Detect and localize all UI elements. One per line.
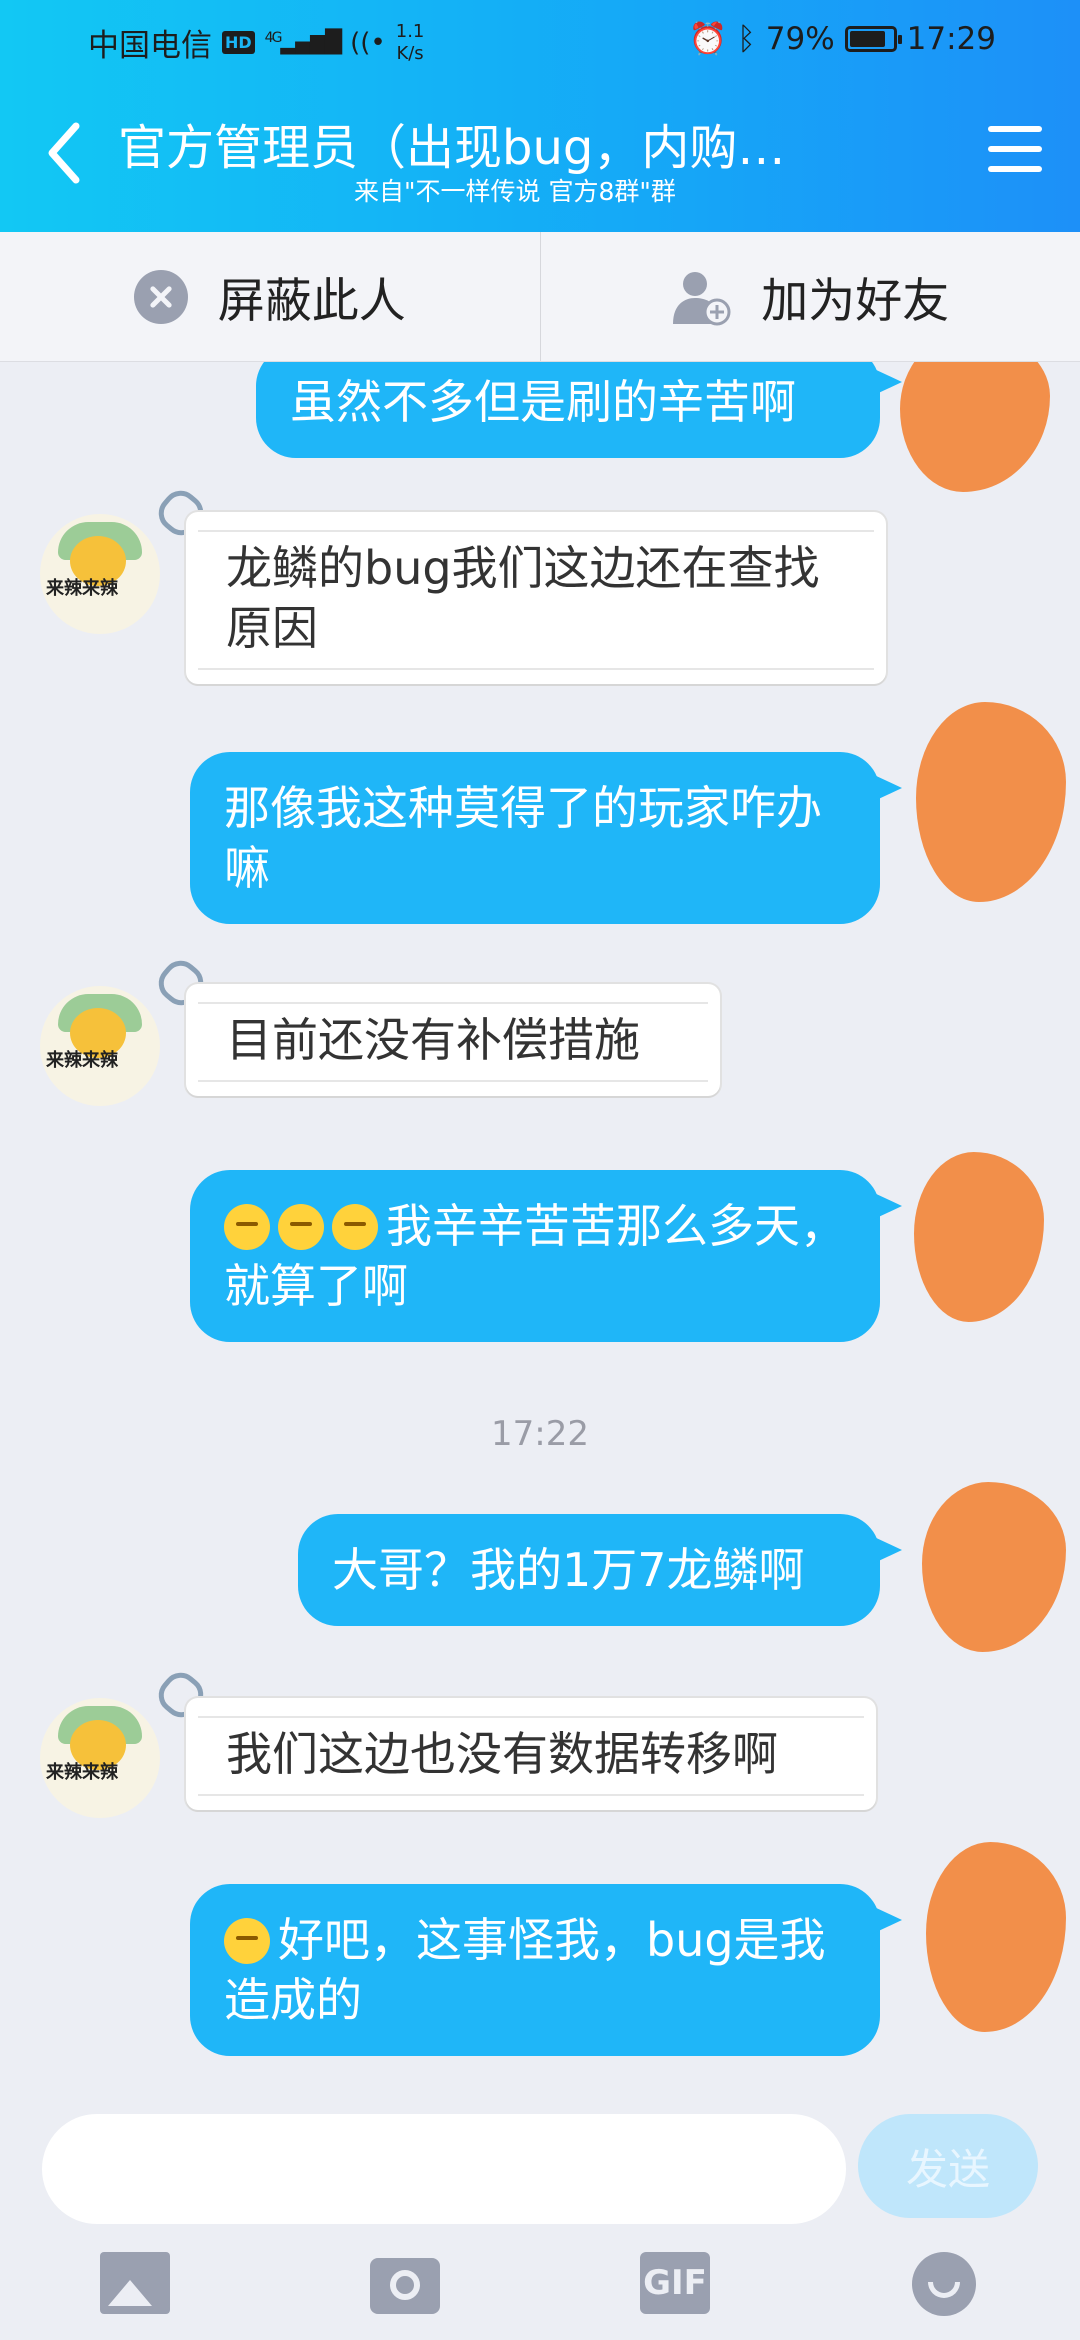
- hd-badge: HD: [222, 31, 255, 54]
- block-icon: [133, 269, 188, 324]
- chat-subtitle: 来自"不一样传说 官方8群"群: [354, 177, 676, 206]
- image-icon[interactable]: [100, 2252, 170, 2314]
- avatar-caption: 来辣来辣: [46, 1050, 118, 1071]
- status-right: ⏰ ᛒ 79% 17:29: [688, 20, 996, 58]
- message-text: 那像我这种莫得了的玩家咋办嘛: [224, 781, 822, 895]
- message-text: 目前还没有补偿措施: [226, 1013, 640, 1067]
- bubble-tail: [872, 1192, 902, 1220]
- emoji-picker-icon[interactable]: [912, 2252, 976, 2316]
- gif-icon[interactable]: GIF: [640, 2252, 710, 2314]
- redacted-avatar: [914, 1152, 1044, 1322]
- message-text: 大哥？我的1万7龙鳞啊: [332, 1543, 805, 1597]
- message-outgoing[interactable]: 虽然不多但是刷的辛苦啊: [256, 362, 902, 458]
- carrier-label: 中国电信: [88, 28, 212, 64]
- avatar-caption: 来辣来辣: [46, 578, 118, 599]
- message-incoming[interactable]: 我们这边也没有数据转移啊: [186, 1698, 876, 1810]
- block-user-button[interactable]: 屏蔽此人: [0, 232, 540, 361]
- message-text: 虽然不多但是刷的辛苦啊: [290, 375, 796, 429]
- message-text: 龙鳞的bug我们这边还在查找原因: [226, 541, 820, 655]
- wifi-icon: ((•: [350, 27, 386, 58]
- menu-icon[interactable]: [988, 126, 1042, 176]
- status-left: 中国电信 HD 4G▂▄▆█ ((• 1.1 K/s: [88, 20, 424, 65]
- redacted-avatar: [922, 1482, 1066, 1652]
- battery-percent: 79%: [765, 20, 835, 57]
- message-text: 好吧，这事怪我，bug是我造成的: [224, 1913, 826, 2027]
- net-speed-unit: K/s: [396, 42, 424, 64]
- redacted-avatar: [926, 1842, 1066, 2032]
- camera-icon[interactable]: [370, 2258, 440, 2314]
- avatar[interactable]: 来辣来辣: [40, 1698, 160, 1818]
- send-button[interactable]: 发送: [858, 2114, 1038, 2218]
- net-speed-value: 1.1: [395, 20, 425, 42]
- toolbar: GIF: [0, 2252, 1080, 2332]
- message-outgoing[interactable]: 好吧，这事怪我，bug是我造成的: [190, 1884, 902, 2056]
- emoji-icon: [224, 1918, 270, 1964]
- avatar-caption: 来辣来辣: [46, 1762, 118, 1783]
- add-friend-button[interactable]: 加为好友: [541, 232, 1080, 361]
- chat-title: 官方管理员（出现bug，内购…: [118, 120, 786, 176]
- back-arrow-icon[interactable]: [44, 118, 84, 188]
- message-input[interactable]: [42, 2114, 846, 2224]
- avatar[interactable]: 来辣来辣: [40, 514, 160, 634]
- redacted-avatar: [916, 702, 1066, 902]
- message-outgoing[interactable]: 大哥？我的1万7龙鳞啊: [298, 1514, 902, 1626]
- timestamp: 17:22: [491, 1414, 589, 1454]
- action-bar: 屏蔽此人 加为好友: [0, 232, 1080, 362]
- bubble-tail: [872, 774, 902, 802]
- chat-header: 中国电信 HD 4G▂▄▆█ ((• 1.1 K/s ⏰ ᛒ 79% 17:29…: [0, 0, 1080, 232]
- add-friend-label: 加为好友: [761, 274, 950, 329]
- emoji-icon: [332, 1204, 378, 1250]
- clock: 17:29: [906, 20, 996, 57]
- message-incoming[interactable]: 龙鳞的bug我们这边还在查找原因: [186, 512, 886, 684]
- bluetooth-icon: ᛒ: [737, 20, 756, 57]
- message-list[interactable]: 虽然不多但是刷的辛苦啊 来辣来辣 龙鳞的bug我们这边还在查找原因 那像我这种莫…: [0, 362, 1080, 2102]
- avatar[interactable]: 来辣来辣: [40, 986, 160, 1106]
- block-user-label: 屏蔽此人: [217, 274, 406, 329]
- signal-label: 4G: [264, 30, 283, 46]
- bubble-tail: [872, 1906, 902, 1934]
- bubble-tail: [872, 368, 902, 396]
- message-text: 我们这边也没有数据转移啊: [226, 1727, 778, 1781]
- emoji-icon: [224, 1204, 270, 1250]
- add-friend-icon: [673, 271, 731, 325]
- input-bar: 发送 GIF: [0, 2102, 1080, 2340]
- redacted-avatar: [900, 362, 1050, 492]
- alarm-icon: ⏰: [688, 21, 728, 57]
- status-bar: 中国电信 HD 4G▂▄▆█ ((• 1.1 K/s ⏰ ᛒ 79% 17:29: [0, 0, 1080, 80]
- net-speed: 1.1 K/s: [396, 21, 425, 65]
- message-incoming[interactable]: 目前还没有补偿措施: [186, 984, 720, 1096]
- emoji-icon: [278, 1204, 324, 1250]
- battery-fill: [849, 30, 885, 47]
- bubble-tail: [872, 1536, 902, 1564]
- battery-icon: [844, 25, 902, 52]
- message-outgoing[interactable]: 我辛辛苦苦那么多天，就算了啊: [190, 1170, 902, 1342]
- signal-icon: 4G▂▄▆█: [264, 30, 342, 55]
- message-outgoing[interactable]: 那像我这种莫得了的玩家咋办嘛: [190, 752, 902, 924]
